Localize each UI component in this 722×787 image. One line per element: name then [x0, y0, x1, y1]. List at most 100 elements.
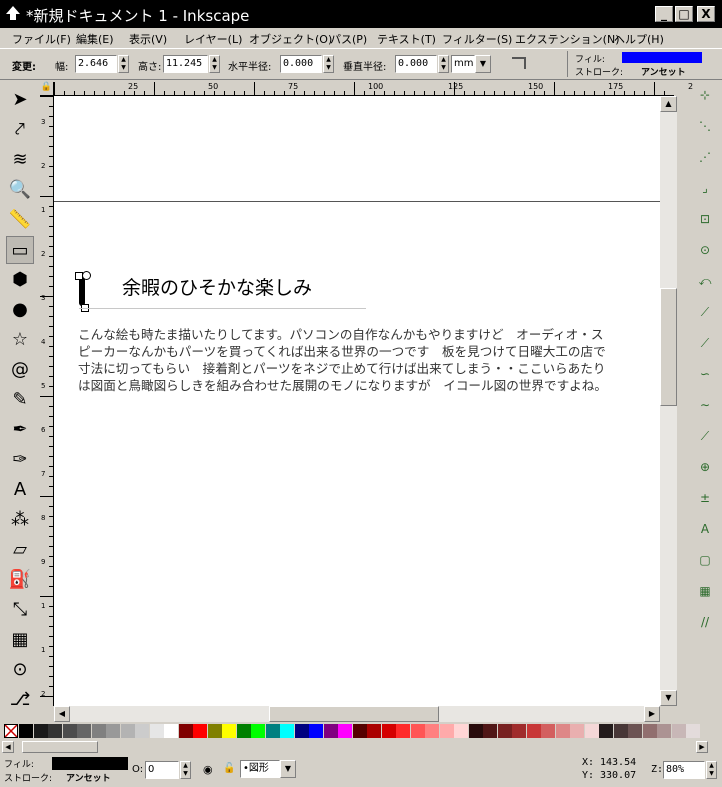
eye-icon[interactable]: ◉ [203, 763, 213, 776]
palette-swatch[interactable] [338, 724, 352, 738]
horizontal-scrollbar[interactable]: ◀ ▶ [54, 706, 660, 722]
snap-text-baseline-icon[interactable]: A [694, 518, 716, 540]
unit-select[interactable]: mm [451, 55, 475, 73]
scroll-right-button[interactable]: ▶ [644, 706, 660, 722]
palette-swatch[interactable] [396, 724, 410, 738]
palette-swatch[interactable] [367, 724, 381, 738]
palette-swatch[interactable] [642, 724, 657, 738]
palette-swatch[interactable] [309, 724, 323, 738]
palette-swatch[interactable] [454, 724, 468, 738]
snap-guide-icon[interactable]: // [694, 611, 716, 633]
measure-icon[interactable]: 📏 [6, 206, 34, 234]
palette-swatch[interactable] [613, 724, 628, 738]
drawing-canvas[interactable]: 余暇のひそかな楽しみ こんな絵も時たま描いたりしてます。パソコンの自作なんかもや… [54, 96, 660, 706]
mesh-icon[interactable]: ▦ [6, 626, 34, 654]
eraser-icon[interactable]: ▱ [6, 536, 34, 564]
snap-smooth-icon[interactable]: ∼ [694, 394, 716, 416]
opacity-input[interactable]: 0 [145, 761, 179, 779]
palette-swatch[interactable] [468, 724, 483, 738]
palette-swatch[interactable] [425, 724, 439, 738]
menu-file[interactable]: ファイル(F) [12, 31, 71, 47]
rx-input[interactable]: 0.000 [280, 55, 322, 73]
snap-path-icon[interactable]: ⟋ [694, 301, 716, 323]
document-body[interactable]: こんな絵も時たま描いたりしてます。パソコンの自作なんかもやりますけど オーディオ… [78, 326, 607, 394]
layer-dropdown-icon[interactable]: ▼ [280, 760, 296, 778]
vertical-ruler[interactable]: 3 2 1 2 3 4 5 6 7 8 9 1 1 2 [40, 96, 54, 706]
status-fill-swatch[interactable] [52, 757, 128, 770]
palette-swatch[interactable] [555, 724, 570, 738]
layer-select[interactable]: •図形 [240, 760, 280, 778]
3dbox-icon[interactable]: ⬢ [6, 266, 34, 294]
width-spinner[interactable]: ▲ ▼ [118, 55, 129, 73]
close-button[interactable]: X [697, 6, 715, 22]
selected-rectangle[interactable] [75, 271, 91, 312]
pen-icon[interactable]: ✒ [6, 416, 34, 444]
connector-icon[interactable]: ⎇ [6, 686, 34, 714]
menu-edit[interactable]: 編集(E) [76, 31, 114, 47]
text-icon[interactable]: A [6, 476, 34, 504]
node-icon[interactable]: ⤤ [6, 116, 34, 144]
ellipse-icon[interactable]: ● [6, 296, 34, 324]
snap-bbox-edge-icon[interactable]: ⋰ [694, 146, 716, 168]
menu-filter[interactable]: フィルター(S) [442, 31, 512, 47]
zoom-icon[interactable]: 🔍 [6, 176, 34, 204]
reset-corners-icon[interactable] [512, 57, 526, 69]
palette-swatch[interactable] [178, 724, 193, 738]
palette-swatch[interactable] [512, 724, 526, 738]
menu-object[interactable]: オブジェクト(O) [249, 31, 332, 47]
scroll-left-button[interactable]: ◀ [54, 706, 70, 722]
dropper-icon[interactable]: ⊙ [6, 656, 34, 684]
vertical-scroll-thumb[interactable] [660, 288, 677, 406]
palette-swatch[interactable] [33, 724, 48, 738]
palette-swatch[interactable] [265, 724, 280, 738]
horizontal-ruler[interactable]: 25 50 75 100 125 150 175 2 [54, 82, 693, 96]
palette-swatch[interactable] [323, 724, 338, 738]
tweak-icon[interactable]: ≋ [6, 146, 34, 174]
star-icon[interactable]: ☆ [6, 326, 34, 354]
title-bar[interactable]: *新規ドキュメント 1 - Inkscape _ □ X [0, 0, 722, 28]
scroll-down-button[interactable]: ▼ [660, 690, 677, 706]
palette-swatch[interactable] [106, 724, 120, 738]
ry-spinner[interactable]: ▲ ▼ [438, 55, 449, 73]
palette-swatch[interactable] [280, 724, 294, 738]
palette-swatch[interactable] [236, 724, 251, 738]
pencil-icon[interactable]: ✎ [6, 386, 34, 414]
palette-swatch[interactable] [599, 724, 613, 738]
palette-swatch[interactable] [62, 724, 77, 738]
snap-intersection-icon[interactable]: ⟋ [694, 332, 716, 354]
palette-swatch[interactable] [294, 724, 309, 738]
snap-grid-icon[interactable]: ▦ [694, 580, 716, 602]
width-input[interactable]: 2.646 [75, 55, 117, 73]
palette-swatch[interactable] [657, 724, 671, 738]
zoom-input[interactable]: 80% [663, 761, 705, 779]
document-heading[interactable]: 余暇のひそかな楽しみ [122, 273, 312, 300]
minimize-button[interactable]: _ [655, 6, 673, 22]
menu-extensions[interactable]: エクステンション(N) [515, 31, 619, 47]
palette-scrollbar[interactable]: ◀ ▶ [0, 740, 722, 754]
scroll-up-button[interactable]: ▲ [660, 96, 677, 112]
rect-icon[interactable]: ▭ [6, 236, 34, 264]
palette-swatch[interactable] [497, 724, 512, 738]
palette-scroll-thumb[interactable] [22, 741, 98, 753]
palette-swatch[interactable] [352, 724, 367, 738]
palette-swatch[interactable] [48, 724, 62, 738]
palette-swatch[interactable] [193, 724, 207, 738]
zoom-spinner[interactable]: ▲ ▼ [706, 761, 717, 779]
gradient-icon[interactable]: ⤡ [6, 596, 34, 624]
lock-icon[interactable]: 🔓 [223, 763, 235, 774]
spray-icon[interactable]: ⁂ [6, 506, 34, 534]
maximize-button[interactable]: □ [675, 6, 693, 22]
spiral-icon[interactable]: @ [6, 356, 34, 384]
snap-bbox-corner-icon[interactable]: ⌟ [694, 177, 716, 199]
palette-swatch[interactable] [483, 724, 497, 738]
rx-spinner[interactable]: ▲ ▼ [323, 55, 334, 73]
menu-text[interactable]: テキスト(T) [377, 31, 436, 47]
fill-swatch[interactable] [622, 52, 702, 63]
palette-swatch[interactable] [164, 724, 178, 738]
horizontal-scroll-thumb[interactable] [269, 706, 439, 722]
palette-swatch[interactable] [120, 724, 135, 738]
palette-swatch[interactable] [439, 724, 454, 738]
palette-swatch[interactable] [410, 724, 425, 738]
palette-swatch[interactable] [77, 724, 91, 738]
palette-swatch[interactable] [91, 724, 106, 738]
